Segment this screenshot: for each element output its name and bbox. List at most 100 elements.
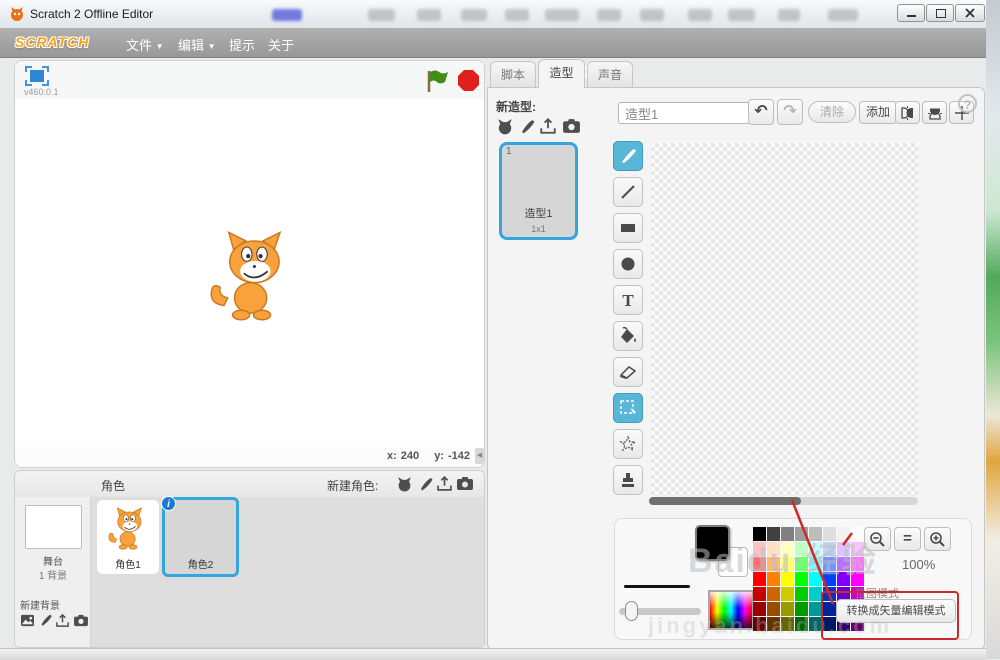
palette-color-swatch[interactable]	[781, 572, 794, 586]
palette-color-swatch[interactable]	[837, 527, 850, 541]
costume-from-library-icon[interactable]	[496, 118, 514, 136]
palette-color-swatch[interactable]	[781, 557, 794, 571]
slider-thumb[interactable]	[625, 601, 638, 621]
backdrop-from-library-icon[interactable]	[20, 614, 35, 627]
palette-color-swatch[interactable]	[809, 557, 822, 571]
palette-color-swatch[interactable]	[767, 602, 780, 616]
tab-scripts[interactable]: 脚本	[490, 61, 536, 88]
upload-sprite-icon[interactable]	[436, 475, 453, 492]
zoom-reset-button[interactable]: =	[894, 527, 921, 551]
upload-costume-icon[interactable]	[539, 117, 557, 135]
palette-color-swatch[interactable]	[809, 572, 822, 586]
zoom-in-button[interactable]	[924, 527, 951, 551]
palette-color-swatch[interactable]	[851, 557, 864, 571]
palette-color-swatch[interactable]	[767, 527, 780, 541]
maximize-button[interactable]	[926, 4, 954, 22]
palette-color-swatch[interactable]	[823, 572, 836, 586]
canvas-horizontal-scrollbar[interactable]	[649, 497, 918, 505]
palette-color-swatch[interactable]	[753, 557, 766, 571]
fill-tool-button[interactable]	[613, 321, 643, 351]
paint-new-backdrop-icon[interactable]	[39, 613, 53, 627]
palette-color-swatch[interactable]	[851, 572, 864, 586]
paint-new-sprite-icon[interactable]	[418, 476, 434, 492]
palette-color-swatch[interactable]	[753, 587, 766, 601]
palette-color-swatch[interactable]	[809, 542, 822, 556]
flip-vertical-button[interactable]	[922, 101, 947, 124]
palette-color-swatch[interactable]	[823, 602, 836, 616]
palette-color-swatch[interactable]	[809, 587, 822, 601]
palette-color-swatch[interactable]	[795, 617, 808, 631]
palette-color-swatch[interactable]	[795, 542, 808, 556]
cat-sprite-on-stage[interactable]	[205, 227, 300, 327]
flip-horizontal-button[interactable]	[895, 101, 920, 124]
palette-color-swatch[interactable]	[809, 602, 822, 616]
brush-tool-button[interactable]	[613, 141, 643, 171]
menu-edit[interactable]: 编辑 ▼	[178, 35, 216, 54]
camera-sprite-icon[interactable]	[456, 476, 474, 491]
palette-color-swatch[interactable]	[823, 617, 836, 631]
redo-button[interactable]: ↷	[777, 99, 803, 125]
text-tool-button[interactable]: T	[613, 285, 643, 315]
palette-color-swatch[interactable]	[823, 557, 836, 571]
palette-color-swatch[interactable]	[767, 617, 780, 631]
upload-backdrop-icon[interactable]	[55, 613, 70, 628]
palette-color-swatch[interactable]	[781, 542, 794, 556]
paint-new-costume-icon[interactable]	[519, 118, 536, 135]
menu-about[interactable]: 关于	[268, 35, 294, 54]
palette-color-swatch[interactable]	[753, 617, 766, 631]
palette-color-swatch[interactable]	[809, 617, 822, 631]
camera-backdrop-icon[interactable]	[73, 614, 89, 627]
green-flag-button[interactable]	[425, 69, 451, 93]
clear-button[interactable]: 清除	[808, 101, 856, 123]
palette-color-swatch[interactable]	[795, 602, 808, 616]
palette-color-swatch[interactable]	[753, 542, 766, 556]
palette-color-swatch[interactable]	[753, 602, 766, 616]
palette-color-swatch[interactable]	[837, 542, 850, 556]
palette-color-swatch[interactable]	[795, 557, 808, 571]
stamp-tool-button[interactable]	[613, 465, 643, 495]
sprite-info-icon[interactable]: i	[161, 496, 176, 511]
gradient-color-picker[interactable]	[708, 590, 754, 630]
stage-thumbnail[interactable]	[25, 505, 82, 549]
add-button[interactable]: 添加	[859, 101, 897, 124]
undo-button[interactable]: ↶	[748, 99, 774, 125]
palette-color-swatch[interactable]	[837, 557, 850, 571]
palette-color-swatch[interactable]	[767, 542, 780, 556]
palette-color-swatch[interactable]	[823, 587, 836, 601]
line-tool-button[interactable]	[613, 177, 643, 207]
palette-color-swatch[interactable]	[809, 527, 822, 541]
convert-to-vector-button[interactable]: 转换成矢量编辑模式	[836, 599, 956, 623]
select-and-duplicate-tool-button[interactable]	[613, 429, 643, 459]
palette-color-swatch[interactable]	[781, 527, 794, 541]
stop-button[interactable]	[457, 69, 480, 92]
camera-costume-icon[interactable]	[562, 118, 581, 134]
line-width-slider[interactable]	[619, 608, 701, 615]
palette-color-swatch[interactable]	[767, 557, 780, 571]
fullscreen-icon[interactable]	[25, 66, 49, 86]
palette-color-swatch[interactable]	[795, 587, 808, 601]
palette-color-swatch[interactable]	[823, 542, 836, 556]
tab-costumes[interactable]: 造型	[538, 59, 585, 88]
palette-color-swatch[interactable]	[781, 587, 794, 601]
palette-color-swatch[interactable]	[851, 527, 864, 541]
sprite-item-2-selected[interactable]: i 角色2	[162, 497, 239, 577]
palette-color-swatch[interactable]	[795, 527, 808, 541]
foreground-color-swatch[interactable]	[695, 525, 730, 561]
scrollbar-thumb[interactable]	[649, 497, 801, 505]
costume-name-input[interactable]	[618, 102, 750, 124]
paint-help-icon[interactable]: ?	[958, 94, 977, 113]
paint-canvas[interactable]	[651, 143, 918, 496]
stage-canvas[interactable]	[15, 99, 484, 447]
menu-tips[interactable]: 提示	[229, 35, 255, 54]
zoom-out-button[interactable]	[864, 527, 891, 551]
collapse-arrow-icon[interactable]: ◀	[475, 448, 484, 464]
eraser-tool-button[interactable]	[613, 357, 643, 387]
palette-color-swatch[interactable]	[795, 572, 808, 586]
menu-file[interactable]: 文件 ▼	[126, 35, 164, 54]
palette-color-swatch[interactable]	[851, 542, 864, 556]
costume-item-selected[interactable]: 1 造型1 1x1	[499, 142, 578, 240]
select-tool-button[interactable]	[613, 393, 643, 423]
palette-color-swatch[interactable]	[767, 572, 780, 586]
palette-color-swatch[interactable]	[753, 572, 766, 586]
new-sprite-from-library-icon[interactable]	[396, 476, 413, 493]
